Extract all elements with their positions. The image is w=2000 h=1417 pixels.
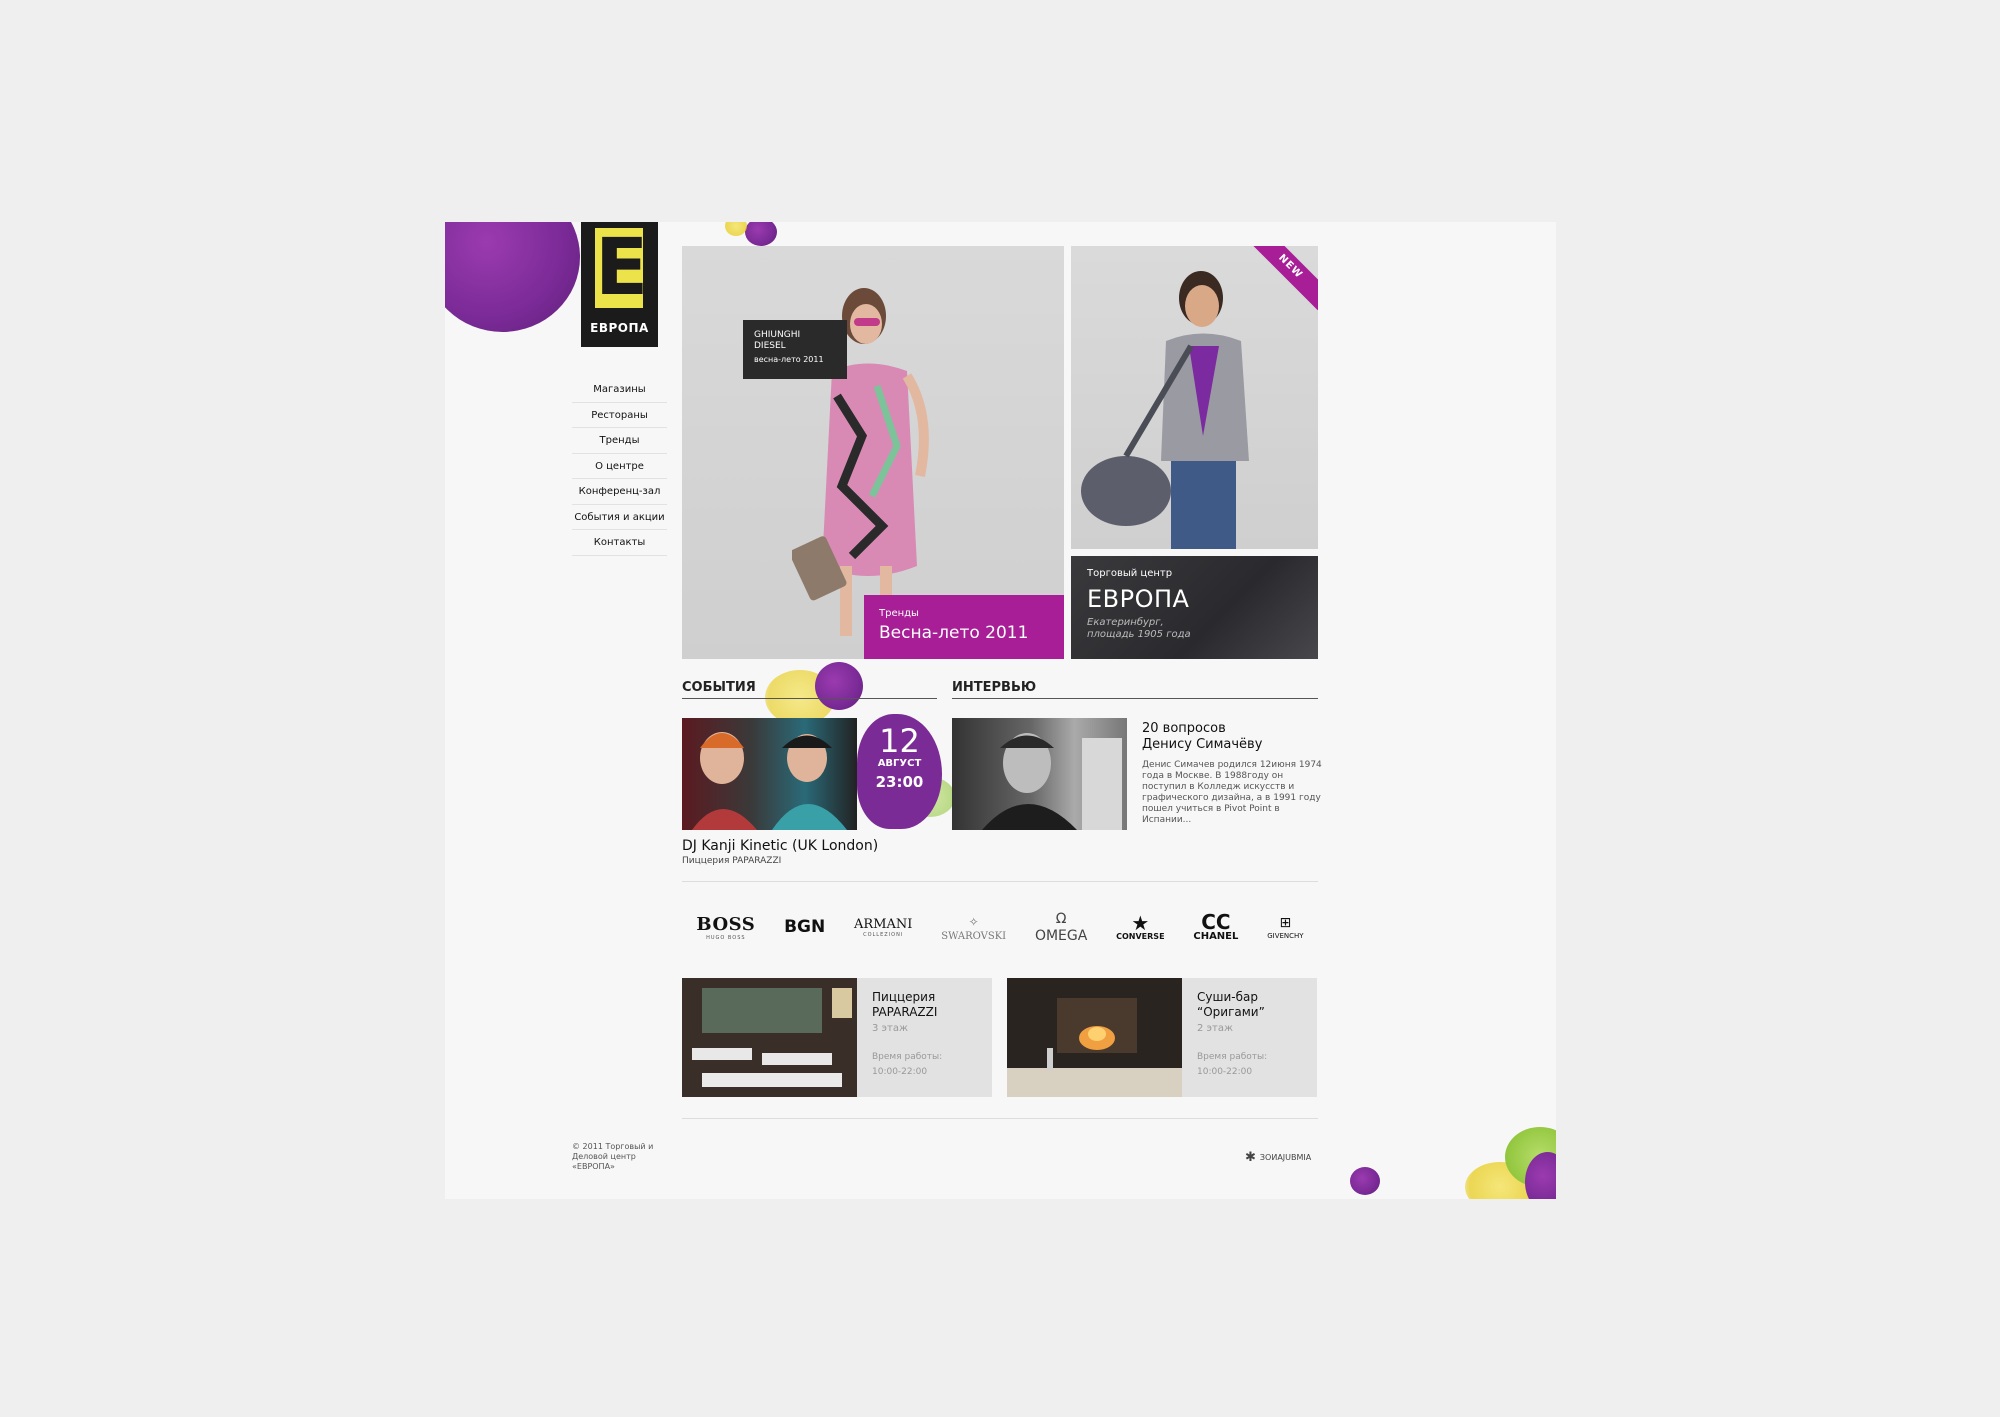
brand-logo-boss[interactable]: BOSS HUGO BOSS (696, 914, 755, 941)
hero-caption[interactable]: Тренды Весна-лето 2011 (864, 595, 1064, 659)
purple-blob-decoration (445, 222, 580, 332)
interview-title-line1: 20 вопросов (1142, 721, 1226, 736)
restaurant-name-line2: “Оригами” (1197, 1005, 1265, 1019)
brand-chanel-name: CHANEL (1193, 930, 1239, 942)
restaurant-info: Суши-бар “Оригами” 2 этаж Время работы: … (1182, 978, 1317, 1097)
interview-excerpt: Денис Симачев родился 12июня 1974 года в… (1142, 760, 1322, 825)
interview-heading[interactable]: ИНТЕРВЬЮ (952, 680, 1318, 699)
swan-icon: ✧ (968, 914, 979, 929)
nav-item-restaurants[interactable]: Рестораны (572, 403, 667, 428)
restaurant-photo-image (1007, 978, 1182, 1097)
chanel-cc-icon: CC (1201, 909, 1231, 934)
hero-caption-title: Весна-лето 2011 (879, 623, 1029, 643)
brand-boss-sub: HUGO BOSS (706, 934, 746, 941)
brand-logo-bgn[interactable]: BGN (784, 917, 825, 937)
brand-givenchy-name: GIVENCHY (1267, 932, 1304, 940)
restaurant-card[interactable]: Суши-бар “Оригами” 2 этаж Время работы: … (1007, 978, 1318, 1097)
restaurant-floor: 2 этаж (1197, 1023, 1233, 1034)
model-photo (1081, 271, 1249, 549)
footer-credit[interactable]: ✱ ЗОИАЈUBMIA (1245, 1150, 1311, 1165)
brand-boss-name: BOSS (696, 913, 756, 935)
events-heading[interactable]: СОБЫТИЯ (682, 680, 937, 699)
page: E ЕВРОПА Магазины Рестораны Тренды О цен… (445, 222, 1556, 1199)
center-card[interactable]: Торговый центр ЕВРОПА Екатеринбург, площ… (1071, 556, 1318, 659)
nav-item-conference[interactable]: Конференц-зал (572, 479, 667, 505)
site-logo[interactable]: E ЕВРОПА (581, 222, 658, 347)
yellow-blob-decoration (725, 222, 747, 236)
givenchy-4g-icon: ⊞ (1279, 915, 1292, 931)
brand-armani-name: ARMANI (854, 916, 913, 932)
restaurant-floor: 3 этаж (872, 1023, 908, 1034)
event-venue: Пиццерия PAPARAZZI (682, 856, 782, 866)
divider (682, 881, 1318, 882)
star-icon: ★ (1131, 910, 1150, 935)
brand-logo-converse[interactable]: ★ CONVERSE (1116, 910, 1165, 941)
event-day: 12 (879, 722, 920, 760)
event-photo[interactable] (682, 718, 857, 830)
nav-item-contacts[interactable]: Контакты (572, 530, 667, 556)
main-nav: Магазины Рестораны Тренды О центре Конфе… (572, 377, 667, 556)
brand-omega-name: OMEGA (1034, 928, 1088, 944)
divider (682, 1118, 1318, 1119)
restaurant-name-line1: Пиццерия (872, 990, 936, 1004)
brand-logo-armani[interactable]: ARMANI COLLEZIONI (854, 917, 912, 938)
brand-tag-line2: DIESEL (754, 341, 786, 351)
restaurant-photo-image (682, 978, 857, 1097)
brand-logos: BOSS HUGO BOSS BGN ARMANI COLLEZIONI ✧ S… (682, 902, 1318, 952)
hero-banner[interactable]: GHIUNGHI DIESEL весна-лето 2011 Тренды В… (682, 246, 1064, 659)
interview-photo-image (982, 733, 1122, 830)
event-title[interactable]: DJ Kanji Kinetic (UK London) (682, 838, 878, 854)
center-card-address-line2: площадь 1905 года (1087, 629, 1191, 640)
brand-tag-season: весна-лето 2011 (754, 355, 824, 364)
restaurant-hours: 10:00-22:00 (872, 1067, 928, 1077)
event-time: 23:00 (875, 773, 924, 791)
nav-item-shops[interactable]: Магазины (572, 377, 667, 403)
restaurant-hours-label: Время работы: (872, 1052, 943, 1062)
brand-tag-line1: GHIUNGHI (754, 330, 801, 340)
logo-word: ЕВРОПА (590, 321, 649, 335)
restaurant-photo (682, 978, 857, 1097)
event-date-badge: 12 АВГУСТ 23:00 (857, 714, 942, 829)
restaurant-card[interactable]: Пиццерия PAPARAZZI 3 этаж Время работы: … (682, 978, 992, 1097)
event-photo-image (692, 732, 847, 830)
restaurant-info: Пиццерия PAPARAZZI 3 этаж Время работы: … (857, 978, 992, 1097)
purple-blob-decoration (1350, 1167, 1380, 1195)
footer-copyright: © 2011 Торговый и Деловой центр «ЕВРОПА» (572, 1142, 654, 1171)
logo-letter: E (595, 223, 649, 313)
restaurant-name-line1: Суши-бар (1197, 990, 1258, 1004)
nav-item-about[interactable]: О центре (572, 454, 667, 479)
interview-title-line2: Денису Симачёву (1142, 737, 1263, 752)
restaurant-hours: 10:00-22:00 (1197, 1067, 1253, 1077)
footer-credit-label: ЗОИАЈUBMIA (1259, 1153, 1312, 1162)
brand-logo-omega[interactable]: Ω OMEGA (1035, 910, 1087, 944)
purple-blob-decoration (745, 222, 777, 246)
brand-logo-chanel[interactable]: CC CHANEL (1193, 909, 1239, 942)
restaurant-hours-label: Время работы: (1197, 1052, 1268, 1062)
brand-swarovski-name: SWAROVSKI (941, 930, 1007, 942)
nav-item-trends[interactable]: Тренды (572, 428, 667, 454)
nav-item-events[interactable]: События и акции (572, 505, 667, 530)
center-card-name: ЕВРОПА (1087, 585, 1190, 613)
brand-tag: GHIUNGHI DIESEL весна-лето 2011 (743, 320, 847, 379)
brand-armani-sub: COLLEZIONI (863, 931, 904, 938)
omega-icon: Ω (1055, 911, 1067, 927)
hero-caption-category: Тренды (879, 608, 919, 619)
event-month: АВГУСТ (877, 758, 922, 769)
restaurant-photo (1007, 978, 1182, 1097)
interview-photo[interactable] (952, 718, 1127, 830)
promo-card[interactable]: NEW (1071, 246, 1318, 549)
brand-logo-swarovski[interactable]: ✧ SWAROVSKI (941, 913, 1006, 942)
flower-icon: ✱ (1245, 1150, 1256, 1165)
interview-title[interactable]: 20 вопросов Денису Симачёву (1142, 721, 1322, 753)
center-card-label: Торговый центр (1087, 568, 1173, 579)
brand-logo-givenchy[interactable]: ⊞ GIVENCHY (1267, 914, 1303, 940)
restaurant-name-line2: PAPARAZZI (872, 1005, 938, 1019)
brand-converse-name: CONVERSE (1116, 931, 1165, 941)
center-card-address-line1: Екатеринбург, (1087, 617, 1164, 628)
